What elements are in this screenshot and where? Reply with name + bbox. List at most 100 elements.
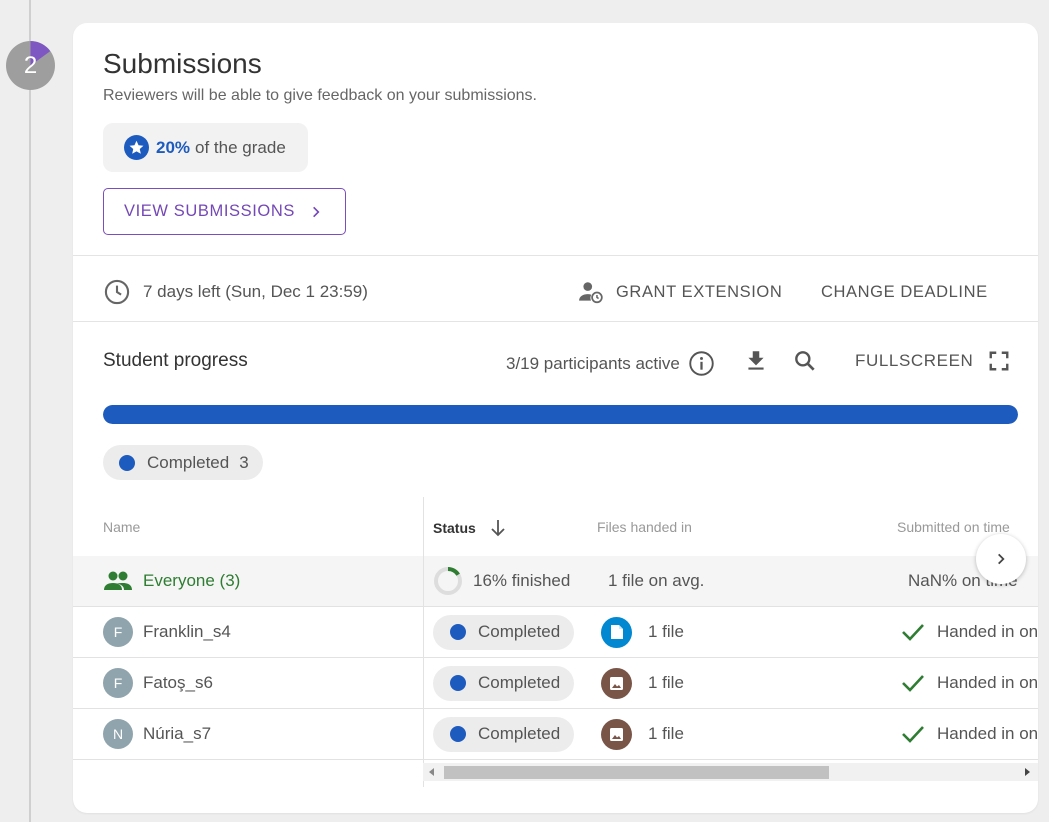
participants-count: 3/19 participants active xyxy=(506,350,715,377)
everyone-files: 1 file on avg. xyxy=(608,571,705,590)
student-name: Franklin_s4 xyxy=(143,622,231,641)
submitted-text: Handed in on xyxy=(937,724,1038,743)
completed-dot xyxy=(450,726,466,742)
files-cell[interactable]: 1 file xyxy=(601,607,684,657)
legend-completed-chip[interactable]: Completed 3 xyxy=(103,445,263,480)
column-divider xyxy=(423,497,424,787)
change-deadline-label: CHANGE DEADLINE xyxy=(821,282,988,301)
image-icon xyxy=(601,667,632,699)
check-icon xyxy=(901,622,925,642)
status-cell: Completed xyxy=(433,607,575,657)
status-badge: Completed xyxy=(433,716,575,752)
avatar: F xyxy=(103,668,133,698)
completed-dot xyxy=(450,675,466,691)
scroll-right-button[interactable] xyxy=(976,534,1026,584)
info-icon[interactable] xyxy=(688,350,715,377)
scrollbar-thumb[interactable] xyxy=(444,766,829,779)
everyone-name: Everyone (3) xyxy=(143,571,241,590)
files-cell[interactable]: 1 file xyxy=(601,709,684,759)
fullscreen-label: FULLSCREEN xyxy=(855,351,974,370)
view-submissions-label: VIEW SUBMISSIONS xyxy=(124,202,295,220)
document-icon xyxy=(601,616,632,648)
table-row[interactable]: N Núria_s7 Completed 1 file Handed in on xyxy=(73,709,1038,760)
section-divider xyxy=(73,321,1038,322)
fullscreen-button[interactable]: FULLSCREEN xyxy=(855,350,1010,372)
legend-count: 3 xyxy=(239,452,249,472)
files-count: 1 file xyxy=(648,724,684,743)
everyone-name-cell: Everyone (3) xyxy=(103,556,240,606)
student-name-cell: F Fatoş_s6 xyxy=(103,658,213,708)
section-divider xyxy=(73,255,1038,256)
scroll-left-arrow-icon[interactable] xyxy=(429,768,434,776)
status-cell: Completed xyxy=(433,658,575,708)
status-cell: Completed xyxy=(433,709,575,759)
submitted-text: Handed in on xyxy=(937,673,1038,692)
chevron-right-icon xyxy=(994,552,1008,566)
arrow-down-icon xyxy=(490,519,506,537)
student-name-cell: F Franklin_s4 xyxy=(103,607,231,657)
step-number: 2 xyxy=(23,51,38,79)
progress-fill-completed xyxy=(103,405,1018,424)
view-submissions-button[interactable]: VIEW SUBMISSIONS xyxy=(103,188,346,235)
search-icon[interactable] xyxy=(792,348,818,374)
student-progress-table: Name Status Files handed in Submitted on… xyxy=(73,497,1038,787)
column-header-files[interactable]: Files handed in xyxy=(597,519,692,535)
grade-weight-chip: 20% of the grade xyxy=(103,123,308,172)
horizontal-scrollbar[interactable] xyxy=(423,763,1038,781)
star-icon xyxy=(124,135,149,160)
grant-extension-label: GRANT EXTENSION xyxy=(616,282,783,301)
grant-extension-button[interactable]: GRANT EXTENSION xyxy=(578,276,782,308)
everyone-status: 16% finished xyxy=(473,571,571,590)
status-badge: Completed xyxy=(433,665,575,701)
everyone-status-cell: 16% finished xyxy=(433,556,570,606)
participants-text: 3/19 participants active xyxy=(506,353,680,373)
completed-dot xyxy=(119,454,135,471)
submissions-card: Submissions Reviewers will be able to gi… xyxy=(73,23,1038,813)
status-label: Completed xyxy=(478,724,561,743)
check-icon xyxy=(901,724,925,744)
scroll-right-arrow-icon[interactable] xyxy=(1025,768,1030,776)
deadline-text: 7 days left (Sun, Dec 1 23:59) xyxy=(143,282,368,301)
step-indicator: 2 xyxy=(6,41,55,90)
submitted-cell: Handed in on xyxy=(901,709,1038,759)
column-header-submitted[interactable]: Submitted on time xyxy=(897,519,1010,535)
files-count: 1 file xyxy=(648,622,684,641)
submitted-cell: Handed in on xyxy=(901,658,1038,708)
card-subtitle: Reviewers will be able to give feedback … xyxy=(103,87,537,104)
clock-icon xyxy=(103,278,131,306)
column-header-status[interactable]: Status xyxy=(433,519,506,537)
legend-label: Completed xyxy=(147,452,230,472)
timeline-line xyxy=(29,0,31,822)
table-row[interactable]: F Fatoş_s6 Completed 1 file Handed in on xyxy=(73,658,1038,709)
avatar: N xyxy=(103,719,133,749)
check-icon xyxy=(901,673,925,693)
avatar: F xyxy=(103,617,133,647)
grade-suffix: of the grade xyxy=(195,137,286,157)
student-name: Núria_s7 xyxy=(143,724,212,743)
progress-ring-icon xyxy=(433,566,463,596)
deadline-info: 7 days left (Sun, Dec 1 23:59) xyxy=(103,276,368,308)
column-header-name[interactable]: Name xyxy=(103,519,140,535)
class-progress-bar xyxy=(103,405,1018,424)
grade-percent: 20% xyxy=(156,137,191,157)
submitted-text: Handed in on xyxy=(937,622,1038,641)
table-row-everyone[interactable]: Everyone (3) 16% finished 1 file on avg.… xyxy=(73,556,1038,607)
image-icon xyxy=(601,718,632,750)
chevron-right-icon xyxy=(309,205,323,219)
files-cell[interactable]: 1 file xyxy=(601,658,684,708)
student-name-cell: N Núria_s7 xyxy=(103,709,211,759)
status-badge: Completed xyxy=(433,614,575,650)
person-clock-icon xyxy=(578,279,604,305)
status-label: Completed xyxy=(478,673,561,692)
group-icon xyxy=(103,570,133,592)
fullscreen-icon xyxy=(988,350,1010,372)
table-row[interactable]: F Franklin_s4 Completed 1 file Handed in… xyxy=(73,607,1038,658)
change-deadline-button[interactable]: CHANGE DEADLINE xyxy=(821,276,988,308)
completed-dot xyxy=(450,624,466,640)
files-count: 1 file xyxy=(648,673,684,692)
status-header-label: Status xyxy=(433,520,476,536)
submitted-cell: Handed in on xyxy=(901,607,1038,657)
student-name: Fatoş_s6 xyxy=(143,673,213,692)
status-label: Completed xyxy=(478,622,561,641)
download-icon[interactable] xyxy=(743,348,769,374)
